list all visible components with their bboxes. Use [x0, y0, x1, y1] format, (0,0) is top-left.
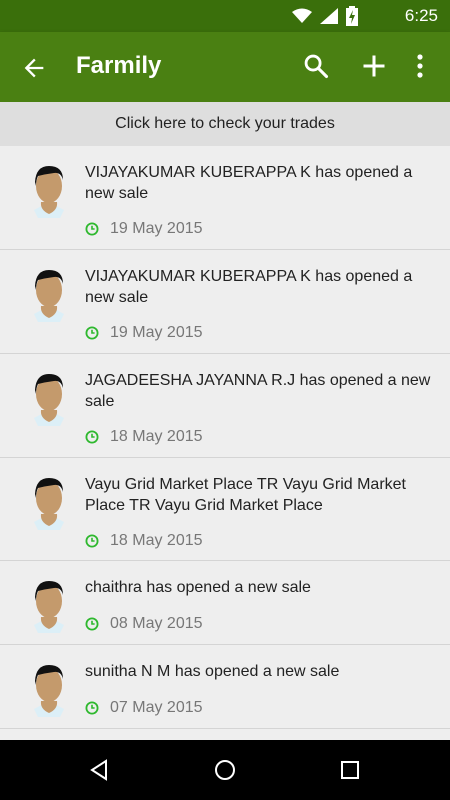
list-item[interactable]: JAGADEESHA JAYANNA R.J has opened a new … — [0, 354, 450, 458]
date-row: 18 May 2015 — [85, 532, 203, 550]
feed-date: 08 May 2015 — [110, 615, 203, 632]
date-row: 07 May 2015 — [85, 699, 203, 717]
clock-icon — [85, 326, 99, 340]
feed-message: sunitha N M has opened a new sale — [85, 663, 340, 680]
feed-message: Vayu Grid Market Place TR Vayu Grid Mark… — [85, 476, 406, 514]
avatar-icon — [34, 665, 64, 717]
avatar-icon — [34, 581, 64, 633]
feed-date: 18 May 2015 — [110, 428, 203, 445]
back-triangle-icon[interactable] — [88, 758, 112, 782]
app-title: Farmily — [76, 52, 162, 79]
battery-icon — [346, 6, 358, 26]
back-arrow-icon[interactable] — [20, 54, 48, 82]
clock-icon — [85, 534, 99, 548]
feed-message: VIJAYAKUMAR KUBERAPPA K has opened a new… — [85, 164, 413, 202]
feed-date: 19 May 2015 — [110, 220, 203, 237]
feed-message: JAGADEESHA JAYANNA R.J has opened a new … — [85, 372, 431, 410]
feed-message: chaithra has opened a new sale — [85, 579, 311, 596]
feed-date: 07 May 2015 — [110, 699, 203, 716]
list-item[interactable]: chaithra has opened a new sale 08 May 20… — [0, 561, 450, 645]
date-row: 19 May 2015 — [85, 324, 203, 342]
feed-date: 19 May 2015 — [110, 324, 203, 341]
clock-icon — [85, 222, 99, 236]
home-circle-icon[interactable] — [213, 758, 237, 782]
clock-icon — [85, 617, 99, 631]
date-row: 08 May 2015 — [85, 615, 203, 633]
search-icon[interactable] — [302, 52, 330, 80]
list-item[interactable]: VIJAYAKUMAR KUBERAPPA K has opened a new… — [0, 250, 450, 354]
avatar-icon — [34, 270, 64, 322]
list-item[interactable]: VIJAYAKUMAR KUBERAPPA K has opened a new… — [0, 146, 450, 250]
check-trades-label: Click here to check your trades — [115, 115, 335, 132]
avatar-icon — [34, 166, 64, 218]
status-icons — [292, 6, 358, 26]
feed-date: 18 May 2015 — [110, 532, 203, 549]
clock-icon — [85, 701, 99, 715]
avatar-icon — [34, 478, 64, 530]
signal-icon — [320, 8, 338, 24]
avatar-icon — [34, 374, 64, 426]
wifi-icon — [292, 8, 312, 23]
status-time: 6:25 — [404, 6, 438, 25]
feed-list: VIJAYAKUMAR KUBERAPPA K has opened a new… — [0, 146, 450, 729]
add-icon[interactable] — [360, 52, 388, 80]
list-item[interactable]: Vayu Grid Market Place TR Vayu Grid Mark… — [0, 458, 450, 561]
app-bar: Farmily — [0, 32, 450, 102]
date-row: 18 May 2015 — [85, 428, 203, 446]
clock-icon — [85, 430, 99, 444]
more-vert-icon[interactable] — [412, 52, 428, 80]
feed-message: VIJAYAKUMAR KUBERAPPA K has opened a new… — [85, 268, 413, 306]
list-item[interactable]: sunitha N M has opened a new sale 07 May… — [0, 645, 450, 729]
date-row: 19 May 2015 — [85, 220, 203, 238]
check-trades-banner[interactable]: Click here to check your trades — [0, 102, 450, 147]
navigation-bar — [0, 740, 450, 800]
status-bar: 6:25 — [0, 0, 450, 32]
recents-square-icon[interactable] — [338, 758, 362, 782]
